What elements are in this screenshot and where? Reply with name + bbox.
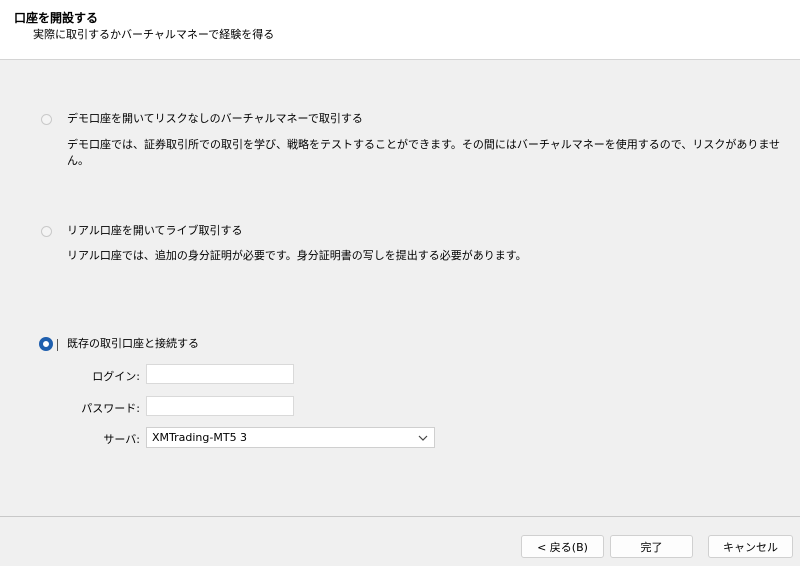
- login-input[interactable]: [146, 364, 294, 384]
- demo-account-label[interactable]: デモ口座を開いてリスクなしのバーチャルマネーで取引する: [67, 110, 363, 126]
- page-subtitle: 実際に取引するかバーチャルマネーで経験を得る: [33, 28, 275, 41]
- back-button[interactable]: < 戻る(B): [521, 535, 604, 558]
- password-label: パスワード:: [81, 402, 140, 415]
- real-account-label[interactable]: リアル口座を開いてライブ取引する: [67, 222, 243, 238]
- footer-divider: [0, 516, 800, 517]
- demo-account-radio[interactable]: [41, 114, 52, 125]
- focus-indicator: [57, 339, 58, 351]
- login-label: ログイン:: [92, 370, 140, 383]
- page-title: 口座を開設する: [14, 11, 99, 25]
- password-input[interactable]: [146, 396, 294, 416]
- server-select[interactable]: XMTrading-MT5 3: [146, 427, 435, 448]
- cancel-button[interactable]: キャンセル: [708, 535, 793, 558]
- server-select-value: XMTrading-MT5 3: [152, 431, 248, 444]
- real-account-radio[interactable]: [41, 226, 52, 237]
- chevron-down-icon: [412, 428, 434, 447]
- demo-account-description: デモ口座では、証券取引所での取引を学び、戦略をテストすることができます。その間に…: [67, 138, 781, 167]
- real-account-description: リアル口座では、追加の身分証明が必要です。身分証明書の写しを提出する必要がありま…: [67, 249, 527, 262]
- wizard-header: 口座を開設する 実際に取引するかバーチャルマネーで経験を得る: [0, 0, 800, 60]
- existing-account-label[interactable]: 既存の取引口座と接続する: [67, 335, 199, 351]
- server-label: サーバ:: [103, 433, 140, 446]
- existing-account-radio[interactable]: [39, 337, 53, 351]
- finish-button[interactable]: 完了: [610, 535, 693, 558]
